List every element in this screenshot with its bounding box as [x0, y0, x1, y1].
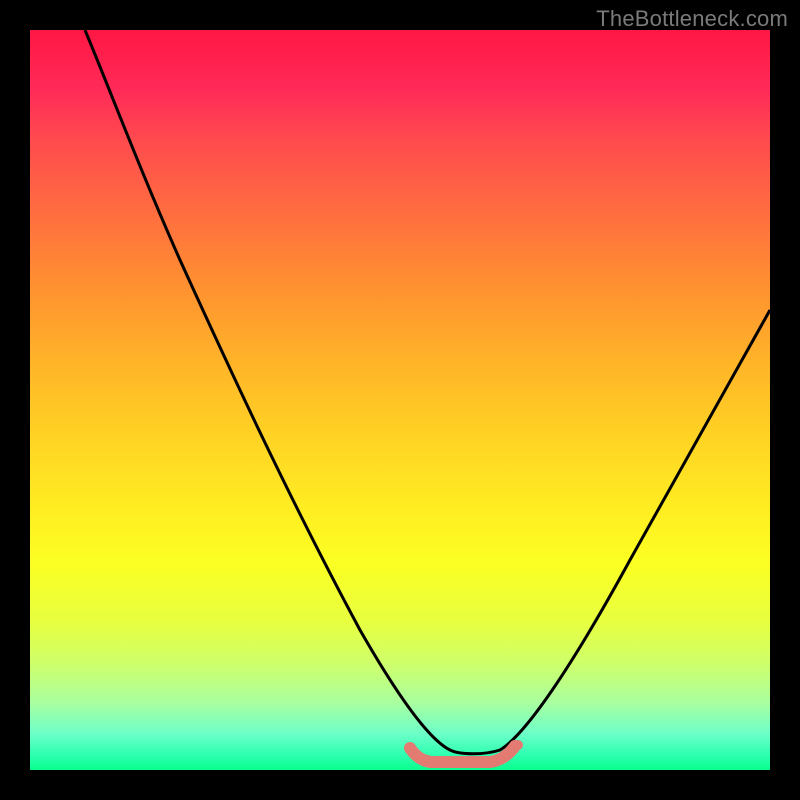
plot-area	[30, 30, 770, 770]
marker-dot	[483, 756, 493, 766]
chart-svg	[30, 30, 770, 770]
marker-dot	[463, 758, 473, 768]
marker-dot	[407, 745, 417, 755]
chart-frame: TheBottleneck.com	[0, 0, 800, 800]
bottleneck-curve	[85, 30, 770, 754]
marker-dot	[423, 755, 433, 765]
marker-dot	[501, 749, 511, 759]
marker-dot	[443, 758, 453, 768]
marker-dot	[513, 740, 523, 750]
watermark-text: TheBottleneck.com	[596, 6, 788, 32]
